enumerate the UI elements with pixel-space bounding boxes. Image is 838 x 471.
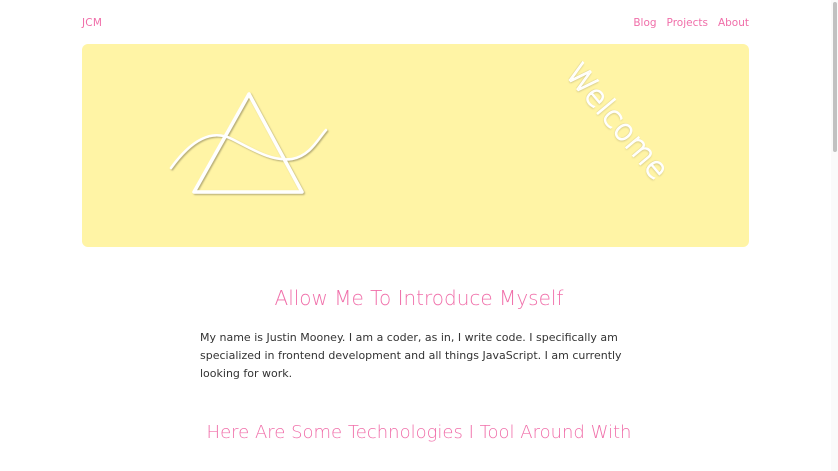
- intro-heading: Allow Me To Introduce Myself: [274, 286, 564, 310]
- technologies-heading: Here Are Some Technologies I Tool Around…: [206, 422, 632, 443]
- scrollbar-thumb[interactable]: [833, 2, 837, 152]
- nav-links: Blog Projects About: [633, 17, 749, 29]
- brand-logo-link[interactable]: JCM: [82, 17, 102, 29]
- intro-paragraph: My name is Justin Mooney. I am a coder, …: [200, 331, 622, 380]
- top-nav: JCM Blog Projects About: [82, 15, 749, 31]
- hero-banner: Welcome: [82, 44, 749, 247]
- page: JCM Blog Projects About Welcome Allow Me…: [0, 0, 838, 471]
- nav-link-blog[interactable]: Blog: [633, 17, 656, 29]
- nav-link-about[interactable]: About: [718, 17, 749, 29]
- nav-link-projects[interactable]: Projects: [667, 17, 708, 29]
- vertical-scrollbar[interactable]: [831, 0, 838, 471]
